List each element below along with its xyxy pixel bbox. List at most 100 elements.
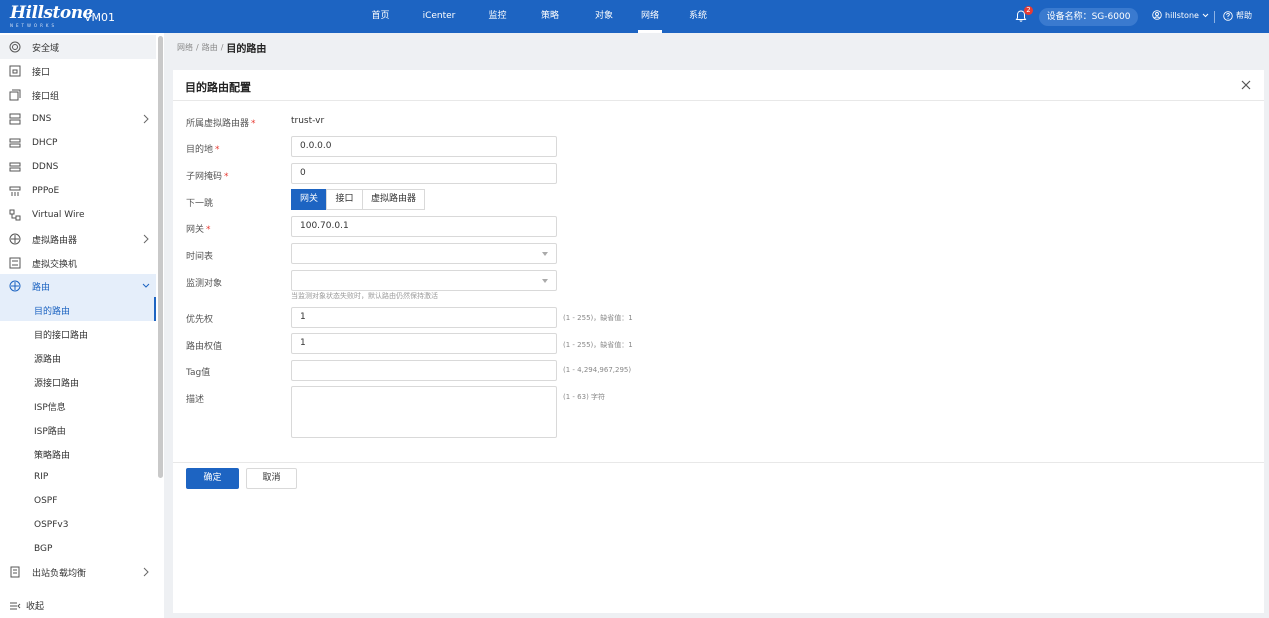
next-hop-gateway-option[interactable]: 网关 (291, 189, 327, 210)
sidebar-subitem-label: BGP (34, 544, 53, 554)
destination-label: 目的地 * (186, 145, 220, 155)
sidebar-item-dhcp[interactable]: DHCP (0, 131, 156, 155)
chevron-down-icon (142, 283, 150, 288)
sidebar-item-label: 接口 (32, 67, 51, 78)
sidebar-item-label: DDNS (32, 162, 59, 172)
sidebar-item-interface-group[interactable]: 接口组 (0, 83, 156, 107)
next-hop-label: 下一跳 (186, 199, 214, 209)
sidebar-subitem-policy-route[interactable]: 策略路由 (0, 441, 156, 465)
nav-object[interactable]: 对象 (580, 0, 628, 33)
panel-title: 目的路由配置 (185, 81, 251, 94)
sidebar-subitem-source-route[interactable]: 源路由 (0, 345, 156, 369)
route-weight-input[interactable]: 1 (291, 333, 557, 354)
destination-input[interactable]: 0.0.0.0 (291, 136, 557, 157)
sidebar-item-interface[interactable]: 接口 (0, 59, 156, 83)
sidebar-item-label: 出站负载均衡 (32, 568, 87, 579)
description-label: 描述 (186, 395, 205, 405)
breadcrumb-current: 目的路由 (226, 44, 267, 55)
sidebar-subitem-bgp[interactable]: BGP (0, 537, 156, 561)
nav-home[interactable]: 首页 (358, 0, 403, 33)
sidebar-item-dns[interactable]: DNS (0, 107, 156, 131)
sidebar-subitem-rip[interactable]: RIP (0, 465, 156, 489)
help-label: 帮助 (1236, 11, 1252, 20)
priority-label: 优先权 (186, 315, 214, 325)
sidebar-item-label: PPPoE (32, 186, 60, 196)
nav-policy[interactable]: 策略 (520, 0, 580, 33)
device-short-name: VM01 (84, 11, 116, 24)
dhcp-icon (9, 138, 21, 148)
destination-route-config-panel: 目的路由配置 所属虚拟路由器 * trust-vr 目的地 * 0.0.0.0 子网… (173, 70, 1264, 613)
next-hop-interface-option[interactable]: 接口 (326, 189, 363, 210)
notification-badge: 2 (1024, 6, 1033, 15)
sidebar-subitem-isp-info[interactable]: ISP信息 (0, 393, 156, 417)
cancel-button[interactable]: 取消 (246, 468, 297, 489)
gateway-label: 网关 * (186, 225, 211, 235)
schedule-select[interactable] (291, 243, 557, 264)
sidebar-item-virtual-wire[interactable]: Virtual Wire (0, 203, 156, 227)
sidebar-item-label: 路由 (32, 282, 51, 293)
user-menu[interactable]: hillstone (1152, 10, 1209, 20)
vrouter-value: trust-vr (291, 116, 325, 126)
sidebar-item-ddns[interactable]: DDNS (0, 155, 156, 179)
sidebar-subitem-destination-route[interactable]: 目的路由 (0, 297, 156, 321)
sidebar-item-pppoe[interactable]: PPPoE (0, 179, 156, 203)
sidebar-item-routing[interactable]: 路由 (0, 274, 156, 298)
hillstone-logo[interactable]: Hillstone NETWORKS (10, 5, 93, 29)
monitor-note: 当监测对象状态失败时，默认路由仍然保持激活 (291, 292, 438, 300)
sidebar-item-label: Virtual Wire (32, 210, 85, 220)
breadcrumb-network[interactable]: 网络 (177, 42, 193, 53)
priority-hint: (1 - 255)，缺省值：1 (563, 314, 633, 322)
security-zone-icon (9, 41, 21, 53)
close-icon[interactable] (1240, 79, 1252, 91)
description-textarea[interactable] (291, 386, 557, 438)
sidebar-subitem-source-interface-route[interactable]: 源接口路由 (0, 369, 156, 393)
next-hop-vrouter-option[interactable]: 虚拟路由器 (362, 189, 425, 210)
sidebar-item-security-zone[interactable]: 安全域 (0, 35, 156, 59)
ok-button[interactable]: 确定 (186, 468, 239, 489)
schedule-label: 时间表 (186, 252, 214, 262)
vrouter-label: 所属虚拟路由器 * (186, 119, 256, 129)
sidebar-subitem-dest-interface-route[interactable]: 目的接口路由 (0, 321, 156, 345)
route-weight-label: 路由权值 (186, 342, 223, 352)
routing-icon (9, 280, 21, 292)
sidebar-subitem-label: 目的路由 (34, 307, 71, 317)
sidebar-collapse-button[interactable]: 收起 (0, 594, 156, 616)
monitor-select[interactable] (291, 270, 557, 291)
sidebar-subitem-ospfv3[interactable]: OSPFv3 (0, 513, 156, 537)
route-weight-hint: (1 - 255)，缺省值：1 (563, 341, 633, 349)
sidebar-subitem-isp-route[interactable]: ISP路由 (0, 417, 156, 441)
subnet-mask-label-text: 子网掩码 (186, 172, 223, 182)
sidebar-item-label: 虚拟路由器 (32, 235, 78, 246)
sidebar-item-virtual-router[interactable]: 虚拟路由器 (0, 227, 156, 251)
chevron-right-icon (143, 234, 149, 244)
main-nav: 首页 iCenter 监控 策略 对象 网络 系统 (358, 0, 728, 33)
subnet-mask-input[interactable]: 0 (291, 163, 557, 184)
breadcrumb-routing[interactable]: 路由 (202, 42, 218, 53)
nav-icenter[interactable]: iCenter (403, 0, 475, 33)
subnet-mask-label: 子网掩码 * (186, 172, 229, 182)
sidebar-item-outbound-lb[interactable]: 出站负载均衡 (0, 560, 156, 584)
header-divider (1214, 11, 1215, 23)
gateway-label-text: 网关 (186, 225, 205, 235)
nav-system[interactable]: 系统 (668, 0, 728, 33)
priority-input[interactable]: 1 (291, 307, 557, 328)
destination-label-text: 目的地 (186, 145, 214, 155)
next-hop-segmented-control: 网关 接口 虚拟路由器 (291, 189, 425, 210)
help-menu[interactable]: 帮助 (1223, 10, 1252, 21)
dropdown-caret-icon (542, 252, 548, 256)
tag-input[interactable] (291, 360, 557, 381)
nav-network[interactable]: 网络 (638, 0, 662, 33)
gateway-input[interactable]: 100.70.0.1 (291, 216, 557, 237)
device-name-pill: 设备名称：SG-6000 (1039, 8, 1138, 26)
vrouter-label-text: 所属虚拟路由器 (186, 119, 250, 129)
sidebar-scrollbar-thumb[interactable] (158, 36, 163, 478)
sidebar-subitem-label: 策略路由 (34, 451, 71, 461)
sidebar-item-label: 虚拟交换机 (32, 259, 78, 270)
breadcrumb-separator: / (196, 43, 199, 52)
sidebar-item-virtual-switch[interactable]: 虚拟交换机 (0, 251, 156, 275)
sidebar-subitem-ospf[interactable]: OSPF (0, 489, 156, 513)
nav-monitor[interactable]: 监控 (475, 0, 520, 33)
virtual-wire-icon (9, 209, 21, 221)
description-hint: (1 - 63) 字符 (563, 393, 606, 401)
breadcrumb: 网络 / 路由 / 目的路由 (177, 40, 266, 55)
